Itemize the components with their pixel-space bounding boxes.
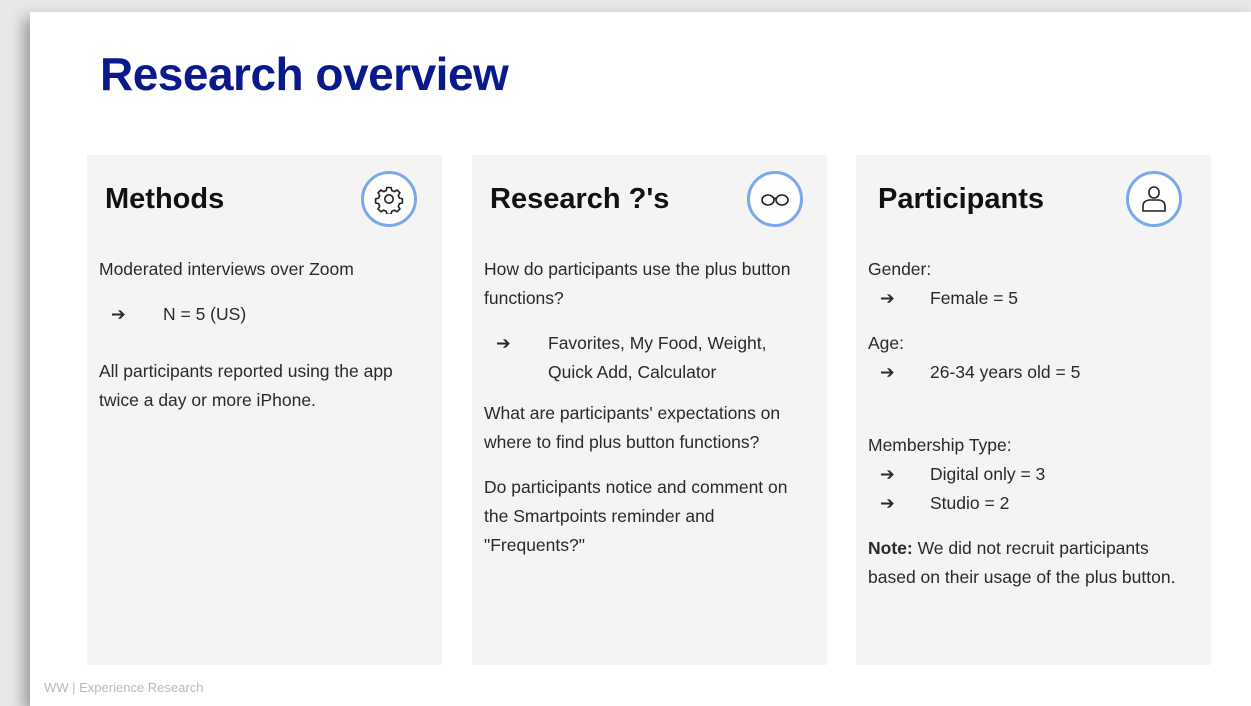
list-item: ➔ Female = 5 — [868, 284, 1198, 313]
list-item: ➔ Favorites, My Food, Weight, Quick Add,… — [484, 329, 814, 387]
questions-heading: Research ?'s — [490, 183, 670, 215]
question-1-bullet: Favorites, My Food, Weight, Quick Add, C… — [548, 333, 767, 382]
methods-card: Methods Moderated interviews over Zoom ➔… — [87, 155, 442, 665]
note-label: Note: — [868, 538, 913, 558]
participants-heading: Participants — [878, 183, 1044, 215]
age-label: Age: — [868, 333, 904, 353]
question-1: How do participants use the plus button … — [484, 259, 791, 308]
gender-label: Gender: — [868, 259, 932, 279]
participants-card: Participants Gender: ➔ Female = 5 Age: ➔… — [856, 155, 1211, 665]
membership-value-digital: Digital only = 3 — [930, 464, 1046, 484]
question-3: Do participants notice and comment on th… — [484, 477, 788, 555]
glasses-icon — [747, 171, 803, 227]
methods-intro: Moderated interviews over Zoom — [99, 259, 354, 279]
arrow-icon: ➔ — [496, 333, 511, 353]
gear-icon — [361, 171, 417, 227]
arrow-icon: ➔ — [880, 493, 895, 513]
list-item: ➔ N = 5 (US) — [99, 300, 429, 329]
list-item: ➔ 26-34 years old = 5 — [868, 358, 1198, 387]
arrow-icon: ➔ — [111, 304, 126, 324]
question-2: What are participants' expectations on w… — [484, 403, 781, 452]
footer: WW | Experience Research — [44, 680, 204, 695]
membership-label: Membership Type: — [868, 435, 1012, 455]
participants-note: Note: We did not recruit participants ba… — [868, 534, 1198, 592]
gender-value: Female = 5 — [930, 288, 1019, 308]
membership-value-studio: Studio = 2 — [930, 493, 1010, 513]
note-text: We did not recruit participants based on… — [868, 538, 1176, 587]
arrow-icon: ➔ — [880, 464, 895, 484]
methods-bullet: N = 5 (US) — [163, 304, 247, 324]
questions-card: Research ?'s How do participants use the… — [472, 155, 827, 665]
list-item: ➔ Digital only = 3 — [868, 460, 1198, 489]
methods-heading: Methods — [105, 183, 225, 215]
methods-body: Moderated interviews over Zoom ➔ N = 5 (… — [99, 255, 429, 431]
page-title: Research overview — [100, 48, 509, 100]
list-item: ➔ Studio = 2 — [868, 489, 1198, 518]
participants-body: Gender: ➔ Female = 5 Age: ➔ 26-34 years … — [868, 255, 1198, 592]
methods-note: All participants reported using the app … — [99, 361, 393, 410]
slide: Research overview Methods Moderated inte… — [30, 12, 1251, 706]
arrow-icon: ➔ — [880, 362, 895, 382]
user-icon — [1126, 171, 1182, 227]
arrow-icon: ➔ — [880, 288, 895, 308]
age-value: 26-34 years old = 5 — [930, 362, 1081, 382]
questions-body: How do participants use the plus button … — [484, 255, 814, 576]
